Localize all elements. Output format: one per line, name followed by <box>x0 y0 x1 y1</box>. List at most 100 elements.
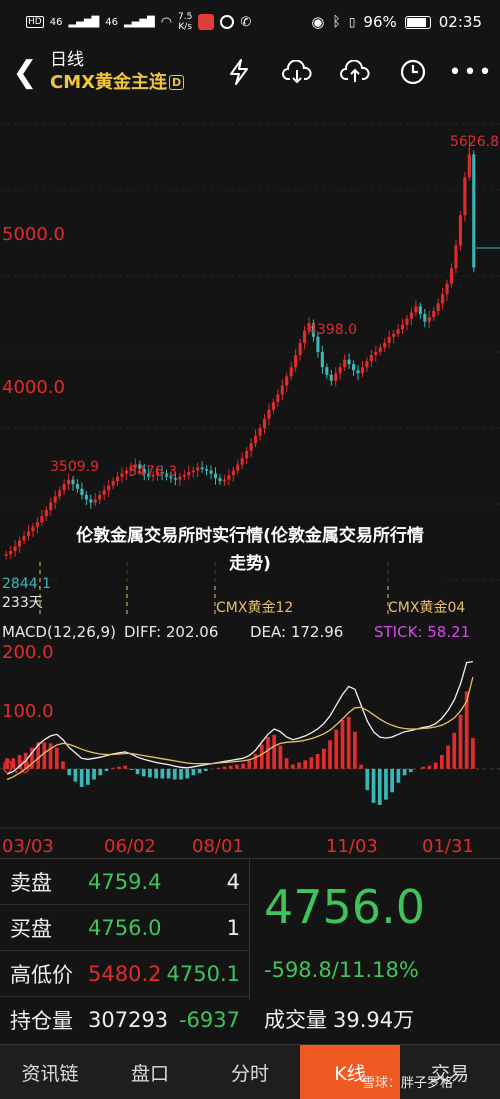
macd-diff: DIFF: 202.06 <box>124 623 218 641</box>
candle-body <box>18 540 22 547</box>
volume: 成交量 39.94万 <box>264 1004 414 1034</box>
candle-body <box>236 464 240 471</box>
candle-body <box>472 154 476 268</box>
candle-body <box>31 526 35 532</box>
low-price: 4750.1 <box>166 961 240 986</box>
candle-body <box>427 317 431 322</box>
cloud-up-icon[interactable] <box>326 44 384 100</box>
chart-area[interactable]: 5000.0 4000.0 3509.9 3476.3 4398.0 5626.… <box>0 100 500 860</box>
oi-label: 持仓量 <box>10 1009 73 1033</box>
buy-row[interactable]: 买盘 4756.0 1 <box>0 905 250 951</box>
tab-orderbook[interactable]: 盘口 <box>100 1045 200 1099</box>
instrument-name[interactable]: CMX黄金主连 D <box>50 71 185 95</box>
price-change: -598.8/11.18% <box>264 958 419 982</box>
macd-title: MACD(12,26,9) <box>2 623 116 641</box>
candle-body <box>383 342 387 348</box>
bluetooth-icon: ᛒ <box>332 14 341 30</box>
tesla-app-icon <box>198 14 215 30</box>
candle-body <box>93 499 97 503</box>
candle-body <box>267 409 271 419</box>
candle-body <box>338 367 342 374</box>
candle-body <box>392 333 396 337</box>
candle-body <box>280 385 284 395</box>
back-arrow-icon: ❮ <box>12 54 38 90</box>
article-overlay: 伦敦金属交易所时实行情(伦敦金属交易所行情走势) <box>58 516 442 584</box>
hd-tag: HD <box>26 16 44 28</box>
candle-body <box>289 367 293 377</box>
candle-body <box>414 306 418 313</box>
volume-value: 39.94万 <box>333 1008 415 1032</box>
macd-stick: STICK: 58.21 <box>374 623 470 641</box>
candle-body <box>231 470 235 476</box>
candle-body <box>67 479 71 485</box>
signal-icon-2: ▂▄▆█ <box>123 16 155 28</box>
candle-body <box>120 473 124 477</box>
candle-body <box>80 488 84 495</box>
candle-body <box>107 485 111 491</box>
candle-body <box>405 318 409 325</box>
clock-icon[interactable] <box>384 44 442 100</box>
candle-body <box>347 359 351 365</box>
candle-body <box>458 215 462 246</box>
net-speed-value: 7.5 <box>178 12 193 22</box>
wifi-icon: ◠ <box>160 14 173 30</box>
buy-qty: 1 <box>226 915 240 940</box>
sell-row[interactable]: 卖盘 4759.4 4 <box>0 859 250 905</box>
candle-body <box>26 531 31 536</box>
header-icons: ••• <box>210 44 500 100</box>
candle-body <box>44 510 48 517</box>
candle-body <box>98 494 102 500</box>
candle-body <box>262 418 267 428</box>
candle-body <box>423 314 427 322</box>
back-button[interactable]: ❮ <box>0 44 50 100</box>
candle-body <box>445 283 449 295</box>
candle-body <box>227 475 231 480</box>
instrument-badge: D <box>169 75 185 90</box>
candle-body <box>222 479 226 482</box>
candle-body <box>334 373 338 381</box>
candle-body <box>258 428 262 436</box>
candle-body <box>374 352 378 356</box>
candle-body <box>441 294 445 304</box>
tab-news[interactable]: 资讯链 <box>0 1045 100 1099</box>
last-price: 4756.0 <box>264 880 425 934</box>
candle-body <box>254 435 258 444</box>
contract-label-1: CMX黄金12 <box>216 599 293 616</box>
sell-label: 卖盘 <box>10 870 52 895</box>
annotation-low: 2844.1 <box>2 576 51 592</box>
more-icon[interactable]: ••• <box>442 44 500 100</box>
candle-body <box>316 336 320 352</box>
y-label-4000: 4000.0 <box>2 377 65 398</box>
candle-body <box>196 467 200 471</box>
candle-body <box>325 367 329 375</box>
oi-row: 持仓量 307293 -6937 <box>0 997 250 1043</box>
candle-body <box>378 347 382 352</box>
date-label-2: 06/02 <box>104 836 156 857</box>
highlow-row: 高低价 5480.2 4750.1 <box>0 951 250 997</box>
macd-y-100: 100.0 <box>2 701 54 722</box>
lightning-icon[interactable] <box>210 44 268 100</box>
volume-label: 成交量 <box>264 1008 327 1032</box>
tab-intraday[interactable]: 分时 <box>200 1045 300 1099</box>
cloud-down-icon[interactable] <box>268 44 326 100</box>
signal-icon: ▂▄▆█ <box>68 16 100 28</box>
candle-body <box>58 490 62 497</box>
candle-body <box>187 472 191 476</box>
buy-label: 买盘 <box>10 916 52 941</box>
contract-label-2: CMX黄金04 <box>388 599 465 616</box>
candle-body <box>9 551 13 555</box>
candle-body <box>276 394 280 403</box>
candle-body <box>463 177 467 216</box>
candle-body <box>298 342 302 356</box>
candle-body <box>62 484 66 491</box>
eye-icon: ◉ <box>311 13 325 31</box>
annotation-high-1: 3509.9 <box>50 459 99 475</box>
annotation-high-2: 3476.3 <box>128 464 177 480</box>
candle-body <box>436 303 440 311</box>
candle-body <box>249 443 253 451</box>
candle-body <box>213 473 218 479</box>
candlestick-series <box>4 135 476 560</box>
overlay-text: 伦敦金属交易所时实行情(伦敦金属交易所行情走势) <box>76 526 424 574</box>
candle-body <box>343 359 347 368</box>
candle-body <box>245 450 249 459</box>
